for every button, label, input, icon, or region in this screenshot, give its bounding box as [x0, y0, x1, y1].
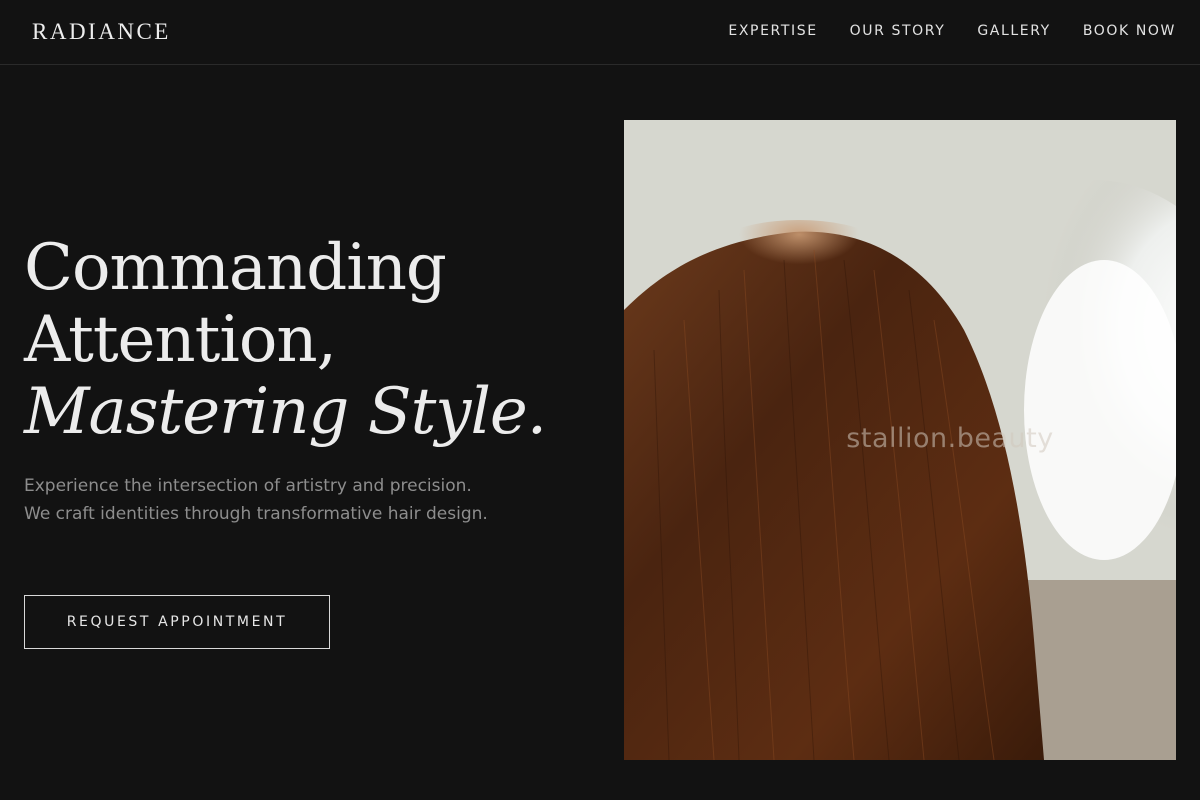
- hero-title: Commanding Attention, Mastering Style.: [24, 232, 604, 448]
- nav-item-expertise[interactable]: EXPERTISE: [728, 23, 817, 39]
- request-appointment-button[interactable]: REQUEST APPOINTMENT: [24, 595, 330, 649]
- brand-logo[interactable]: RADIANCE: [32, 19, 171, 45]
- nav-item-our-story[interactable]: OUR STORY: [850, 23, 946, 39]
- page: RADIANCE EXPERTISE OUR STORY GALLERY BOO…: [0, 0, 1200, 800]
- hero-image: stallion.beauty: [624, 120, 1176, 760]
- nav-item-gallery[interactable]: GALLERY: [977, 23, 1050, 39]
- hero-title-line-1: Commanding: [24, 231, 447, 305]
- main-nav: EXPERTISE OUR STORY GALLERY BOOK NOW: [728, 23, 1176, 39]
- hero-subtitle: Experience the intersection of artistry …: [24, 476, 488, 524]
- image-watermark: stallion.beauty: [846, 423, 1054, 454]
- hero-title-line-2: Attention,: [24, 303, 337, 377]
- nav-item-book-now[interactable]: BOOK NOW: [1083, 23, 1176, 39]
- site-header: RADIANCE EXPERTISE OUR STORY GALLERY BOO…: [0, 0, 1200, 65]
- hero-title-line-3: Mastering Style.: [24, 375, 547, 449]
